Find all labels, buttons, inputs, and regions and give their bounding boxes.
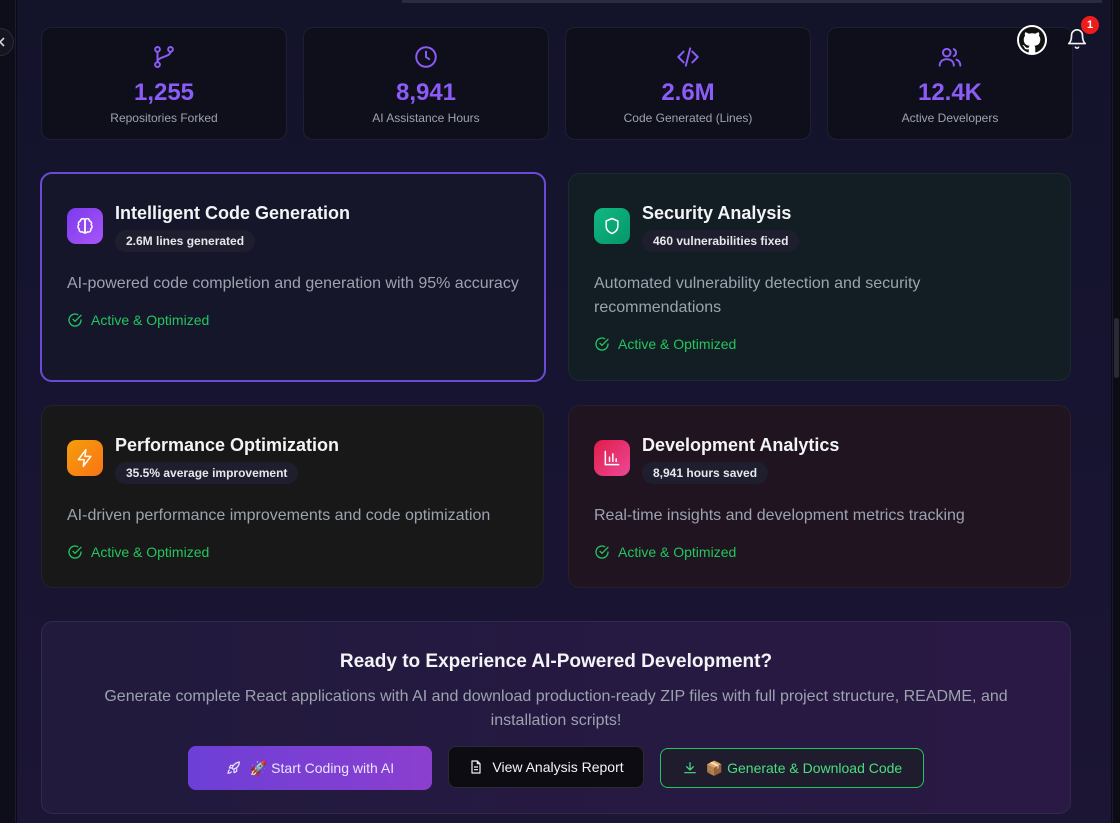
feature-card-performance-optimization[interactable]: Performance Optimization 35.5% average i… (41, 405, 544, 588)
stat-label: Code Generated (Lines) (623, 111, 753, 125)
stat-label: AI Assistance Hours (372, 111, 480, 125)
feature-metric-badge: 35.5% average improvement (115, 462, 299, 484)
feature-description: Automated vulnerability detection and se… (594, 275, 921, 316)
feature-metric-badge: 2.6M lines generated (115, 230, 256, 252)
check-circle-icon (595, 545, 609, 559)
check-circle-icon (595, 337, 609, 351)
feature-description: AI-powered code completion and generatio… (67, 275, 519, 292)
feature-status-label: Active & Optimized (618, 544, 737, 560)
feature-card-code-generation[interactable]: Intelligent Code Generation 2.6M lines g… (40, 172, 546, 382)
top-edge (17, 0, 1111, 10)
download-code-button[interactable]: 📦 Generate & Download Code (660, 748, 924, 788)
code-icon (677, 47, 699, 67)
feature-metric-badge: 460 vulnerabilities fixed (642, 230, 800, 252)
feature-status-label: Active & Optimized (91, 312, 210, 328)
feature-icon-badge (594, 440, 630, 476)
rocket-icon (227, 761, 240, 774)
feature-title: Performance Optimization (115, 435, 340, 455)
download-icon (683, 762, 696, 774)
users-icon (938, 47, 962, 67)
feature-status-label: Active & Optimized (91, 544, 210, 560)
feature-card-development-analytics[interactable]: Development Analytics 8,941 hours saved … (568, 405, 1071, 588)
check-circle-icon (68, 545, 82, 559)
feature-metric-badge: 8,941 hours saved (642, 462, 769, 484)
feature-status: Active & Optimized (67, 312, 519, 328)
feature-status: Active & Optimized (594, 544, 1045, 560)
file-text-icon (471, 760, 481, 774)
stat-value: 2.6M (661, 79, 715, 106)
left-sidebar-strip (0, 0, 16, 823)
view-report-button[interactable]: View Analysis Report (448, 746, 644, 788)
stat-card: 1,255 Repositories Forked (41, 27, 287, 140)
git-fork-icon (154, 46, 174, 68)
brain-icon (77, 217, 93, 234)
feature-title: Development Analytics (642, 435, 840, 455)
shield-icon (605, 217, 619, 235)
stats-row: 1,255 Repositories Forked 8,941 AI Assis… (41, 27, 1073, 140)
feature-card-security-analysis[interactable]: Security Analysis 460 vulnerabilities fi… (568, 173, 1071, 381)
cta-button-group: 🚀 Start Coding with AI View Analysis Rep… (42, 746, 1070, 790)
feature-title: Security Analysis (642, 203, 792, 223)
feature-description: AI-driven performance improvements and c… (67, 507, 491, 524)
start-coding-button[interactable]: 🚀 Start Coding with AI (188, 746, 432, 790)
stat-card: 2.6M Code Generated (Lines) (565, 27, 811, 140)
stat-label: Active Developers (901, 111, 999, 125)
feature-status: Active & Optimized (67, 544, 518, 560)
chevron-left-icon (0, 37, 5, 47)
github-icon (1019, 27, 1045, 53)
feature-description: Real-time insights and development metri… (594, 507, 965, 524)
feature-status: Active & Optimized (594, 336, 1045, 352)
start-coding-label: 🚀 Start Coding with AI (249, 759, 395, 776)
view-report-label: View Analysis Report (492, 759, 624, 775)
cta-title: Ready to Experience AI-Powered Developme… (339, 651, 773, 672)
stat-value: 12.4K (917, 79, 983, 106)
feature-icon-badge (67, 208, 103, 244)
cta-panel: Ready to Experience AI-Powered Developme… (41, 621, 1071, 814)
feature-icon-badge (594, 208, 630, 244)
feature-status-label: Active & Optimized (618, 336, 737, 352)
bar-chart-icon (604, 450, 620, 466)
clock-icon (415, 46, 437, 68)
stat-card: 8,941 AI Assistance Hours (303, 27, 549, 140)
scrollbar[interactable] (1112, 0, 1120, 823)
download-code-label: 📦 Generate & Download Code (705, 759, 903, 776)
stat-label: Repositories Forked (110, 111, 218, 125)
feature-icon-badge (67, 440, 103, 476)
notification-count-badge: 1 (1081, 16, 1099, 34)
stat-value: 1,255 (133, 79, 195, 106)
feature-title: Intelligent Code Generation (115, 203, 351, 223)
cta-description: Generate complete React applications wit… (104, 688, 1008, 729)
zap-icon (77, 448, 92, 468)
github-button[interactable] (1017, 25, 1047, 55)
stat-value: 8,941 (395, 79, 457, 106)
dashboard-main: 1,255 Repositories Forked 8,941 AI Assis… (17, 0, 1111, 823)
check-circle-icon (68, 313, 82, 327)
sidebar-collapse-button[interactable] (0, 28, 14, 56)
